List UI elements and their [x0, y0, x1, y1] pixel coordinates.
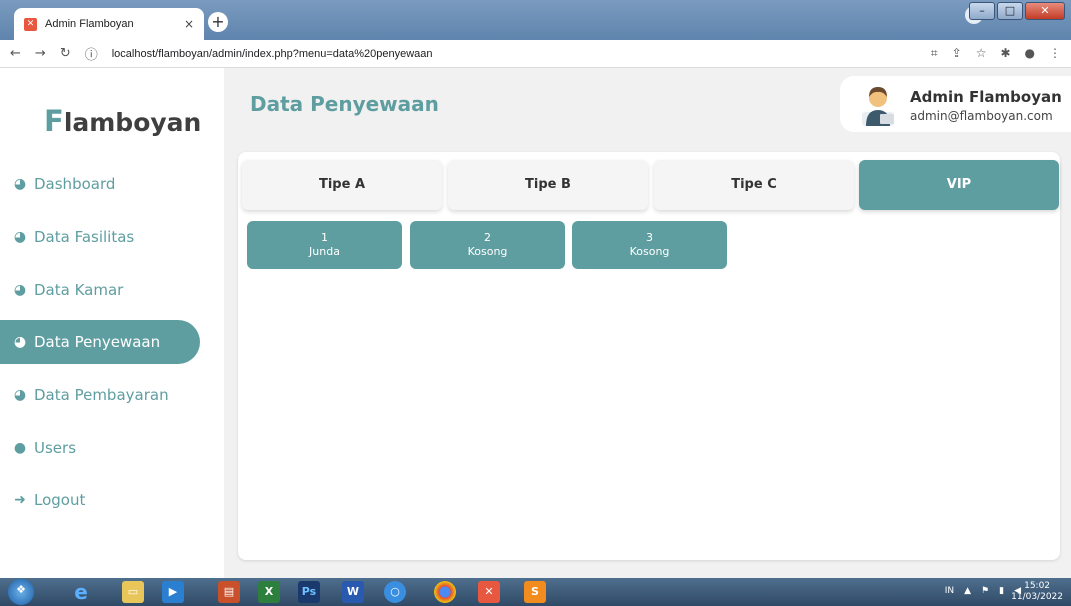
- sidebar-item-label: Data Fasilitas: [34, 228, 135, 246]
- tachometer-icon: ◕: [13, 282, 27, 298]
- tachometer-icon: ◕: [13, 176, 27, 192]
- back-icon[interactable]: ←: [10, 46, 21, 61]
- sublime-text-icon[interactable]: S: [524, 581, 546, 603]
- sidebar-item-label: Users: [34, 439, 77, 457]
- file-explorer-icon[interactable]: ▭: [122, 581, 144, 603]
- sidebar-item-label: Data Penyewaan: [34, 333, 161, 351]
- system-clock[interactable]: 15:02 11/03/2022: [1011, 581, 1063, 603]
- url-path: /flamboyan/admin/index.php?menu=data%20p…: [155, 47, 433, 60]
- tab-close-icon[interactable]: ×: [184, 17, 194, 31]
- user-name: Admin Flamboyan: [910, 88, 1062, 106]
- url-field[interactable]: localhost/flamboyan/admin/index.php?menu…: [112, 48, 931, 60]
- tachometer-icon: ◕: [13, 387, 27, 403]
- address-bar-actions: ⌗ ⇪ ☆ ✱ ● ⋮: [931, 46, 1061, 61]
- window-controls: – □ ✕: [969, 2, 1065, 20]
- browser-titlebar: ✕ Admin Flamboyan × + ⌄ – □ ✕: [0, 0, 1071, 40]
- photoshop-icon[interactable]: Ps: [298, 581, 320, 603]
- xampp-favicon-icon: ✕: [24, 17, 37, 31]
- internet-explorer-icon[interactable]: e: [70, 581, 92, 603]
- menu-kebab-icon[interactable]: ⋮: [1049, 46, 1061, 61]
- extensions-icon[interactable]: ✱: [1000, 46, 1010, 61]
- sidebar-item-label: Logout: [34, 491, 86, 509]
- show-hidden-icons-icon[interactable]: ▲: [964, 586, 971, 596]
- system-tray: IN ▲ ⚑ ▮ ◀: [945, 586, 1021, 596]
- user-icon: ●: [13, 440, 27, 456]
- sidebar-item-dashboard[interactable]: ◕ Dashboard: [0, 162, 200, 206]
- room-card[interactable]: 2 Kosong: [410, 221, 565, 269]
- presentation-app-icon[interactable]: ▤: [218, 581, 240, 603]
- tab-vip[interactable]: VIP: [859, 160, 1059, 210]
- room-tenant: Junda: [309, 245, 340, 258]
- tab-title: Admin Flamboyan: [45, 18, 134, 30]
- room-card[interactable]: 3 Kosong: [572, 221, 727, 269]
- minimize-button[interactable]: –: [969, 2, 995, 20]
- media-player-icon[interactable]: ▶: [162, 581, 184, 603]
- profile-icon[interactable]: ●: [1025, 46, 1035, 61]
- excel-icon[interactable]: X: [258, 581, 280, 603]
- word-icon[interactable]: W: [342, 581, 364, 603]
- tab-tipe-c[interactable]: Tipe C: [654, 160, 854, 210]
- app-icon[interactable]: ○: [384, 581, 406, 603]
- taskbar: ❖ e ▭ ▶ ▤ X Ps W ○ ✕ S IN ▲ ⚑ ▮ ◀ 15:02 …: [0, 578, 1071, 606]
- tab-tipe-b[interactable]: Tipe B: [448, 160, 648, 210]
- chrome-icon[interactable]: [434, 581, 456, 603]
- sidebar-item-data-fasilitas[interactable]: ◕ Data Fasilitas: [0, 215, 200, 259]
- sidebar-item-label: Data Kamar: [34, 281, 124, 299]
- clock-date: 11/03/2022: [1011, 592, 1063, 602]
- user-profile-card[interactable]: Admin Flamboyan admin@flamboyan.com: [840, 76, 1071, 132]
- content-card: Tipe A Tipe B Tipe C VIP 1 Junda 2 Koson…: [238, 152, 1060, 560]
- bookmark-star-icon[interactable]: ☆: [976, 46, 987, 61]
- share-icon[interactable]: ⇪: [952, 46, 962, 61]
- sidebar-item-users[interactable]: ● Users: [0, 426, 200, 470]
- reload-icon[interactable]: ↻: [60, 46, 71, 61]
- url-host: localhost: [111, 47, 156, 60]
- sidebar-item-label: Data Pembayaran: [34, 386, 169, 404]
- sign-out-icon: ➜: [14, 492, 26, 508]
- network-icon[interactable]: ▮: [999, 586, 1004, 596]
- room-number: 2: [484, 231, 491, 244]
- room-number: 1: [321, 231, 328, 244]
- tachometer-icon: ◕: [13, 229, 27, 245]
- new-tab-button[interactable]: +: [208, 12, 228, 32]
- brand-logo[interactable]: Flamboyan: [44, 104, 201, 138]
- tab-tipe-a[interactable]: Tipe A: [242, 160, 442, 210]
- site-info-icon[interactable]: ⓘ: [85, 44, 98, 63]
- start-button[interactable]: ❖: [8, 579, 34, 605]
- sidebar: Flamboyan ◕ Dashboard ◕ Data Fasilitas ◕…: [0, 68, 224, 578]
- sidebar-item-data-kamar[interactable]: ◕ Data Kamar: [0, 268, 200, 312]
- close-window-button[interactable]: ✕: [1025, 2, 1065, 20]
- forward-icon[interactable]: →: [35, 46, 46, 61]
- sidebar-item-label: Dashboard: [34, 175, 116, 193]
- sidebar-item-data-penyewaan[interactable]: ◕ Data Penyewaan: [0, 320, 200, 364]
- sidebar-item-logout[interactable]: ➜ Logout: [0, 478, 200, 522]
- room-card[interactable]: 1 Junda: [247, 221, 402, 269]
- room-number: 3: [646, 231, 653, 244]
- address-bar: ← → ↻ ⓘ localhost/flamboyan/admin/index.…: [0, 40, 1071, 68]
- tachometer-icon: ◕: [13, 334, 27, 350]
- sidebar-item-data-pembayaran[interactable]: ◕ Data Pembayaran: [0, 373, 200, 417]
- xampp-icon[interactable]: ✕: [478, 581, 500, 603]
- user-email: admin@flamboyan.com: [910, 109, 1053, 123]
- translate-icon[interactable]: ⌗: [931, 46, 938, 61]
- language-indicator[interactable]: IN: [945, 586, 954, 596]
- room-tenant: Kosong: [467, 245, 508, 258]
- page-title: Data Penyewaan: [250, 92, 439, 116]
- flag-icon[interactable]: ⚑: [981, 586, 989, 596]
- browser-tab[interactable]: ✕ Admin Flamboyan ×: [14, 8, 204, 40]
- clock-time: 15:02: [1024, 581, 1051, 591]
- avatar: [862, 87, 894, 126]
- room-tenant: Kosong: [629, 245, 670, 258]
- maximize-button[interactable]: □: [997, 2, 1023, 20]
